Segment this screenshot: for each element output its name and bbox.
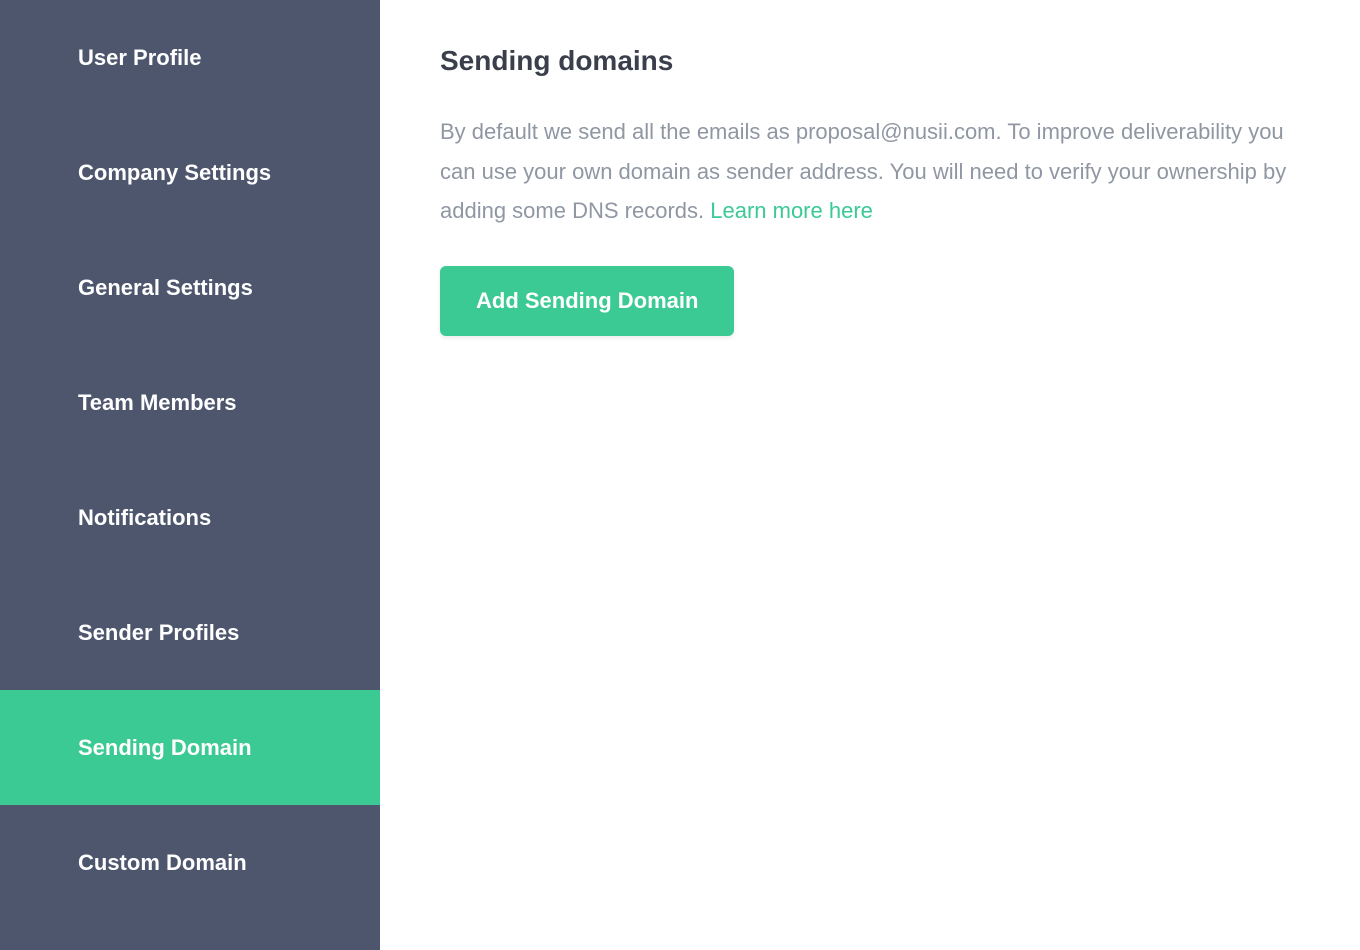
sidebar-item-label: Sender Profiles — [78, 620, 239, 646]
main-content: Sending domains By default we send all t… — [380, 0, 1360, 950]
learn-more-link[interactable]: Learn more here — [710, 198, 873, 223]
sidebar-item-general-settings[interactable]: General Settings — [0, 230, 380, 345]
sidebar-item-label: Custom Domain — [78, 850, 247, 876]
sidebar-item-team-members[interactable]: Team Members — [0, 345, 380, 460]
sidebar-item-label: General Settings — [78, 275, 253, 301]
sidebar-item-label: Sending Domain — [78, 735, 252, 761]
sidebar-item-company-settings[interactable]: Company Settings — [0, 115, 380, 230]
sidebar-item-label: User Profile — [78, 45, 202, 71]
sidebar-item-sender-profiles[interactable]: Sender Profiles — [0, 575, 380, 690]
page-title: Sending domains — [440, 45, 1300, 77]
sidebar-item-notifications[interactable]: Notifications — [0, 460, 380, 575]
settings-sidebar: User Profile Company Settings General Se… — [0, 0, 380, 950]
add-sending-domain-button[interactable]: Add Sending Domain — [440, 266, 734, 336]
sidebar-item-custom-domain[interactable]: Custom Domain — [0, 805, 380, 920]
sidebar-item-label: Notifications — [78, 505, 211, 531]
page-description: By default we send all the emails as pro… — [440, 112, 1290, 231]
sidebar-item-sending-domain[interactable]: Sending Domain — [0, 690, 380, 805]
sidebar-item-user-profile[interactable]: User Profile — [0, 0, 380, 115]
sidebar-item-label: Company Settings — [78, 160, 271, 186]
sidebar-item-label: Team Members — [78, 390, 237, 416]
